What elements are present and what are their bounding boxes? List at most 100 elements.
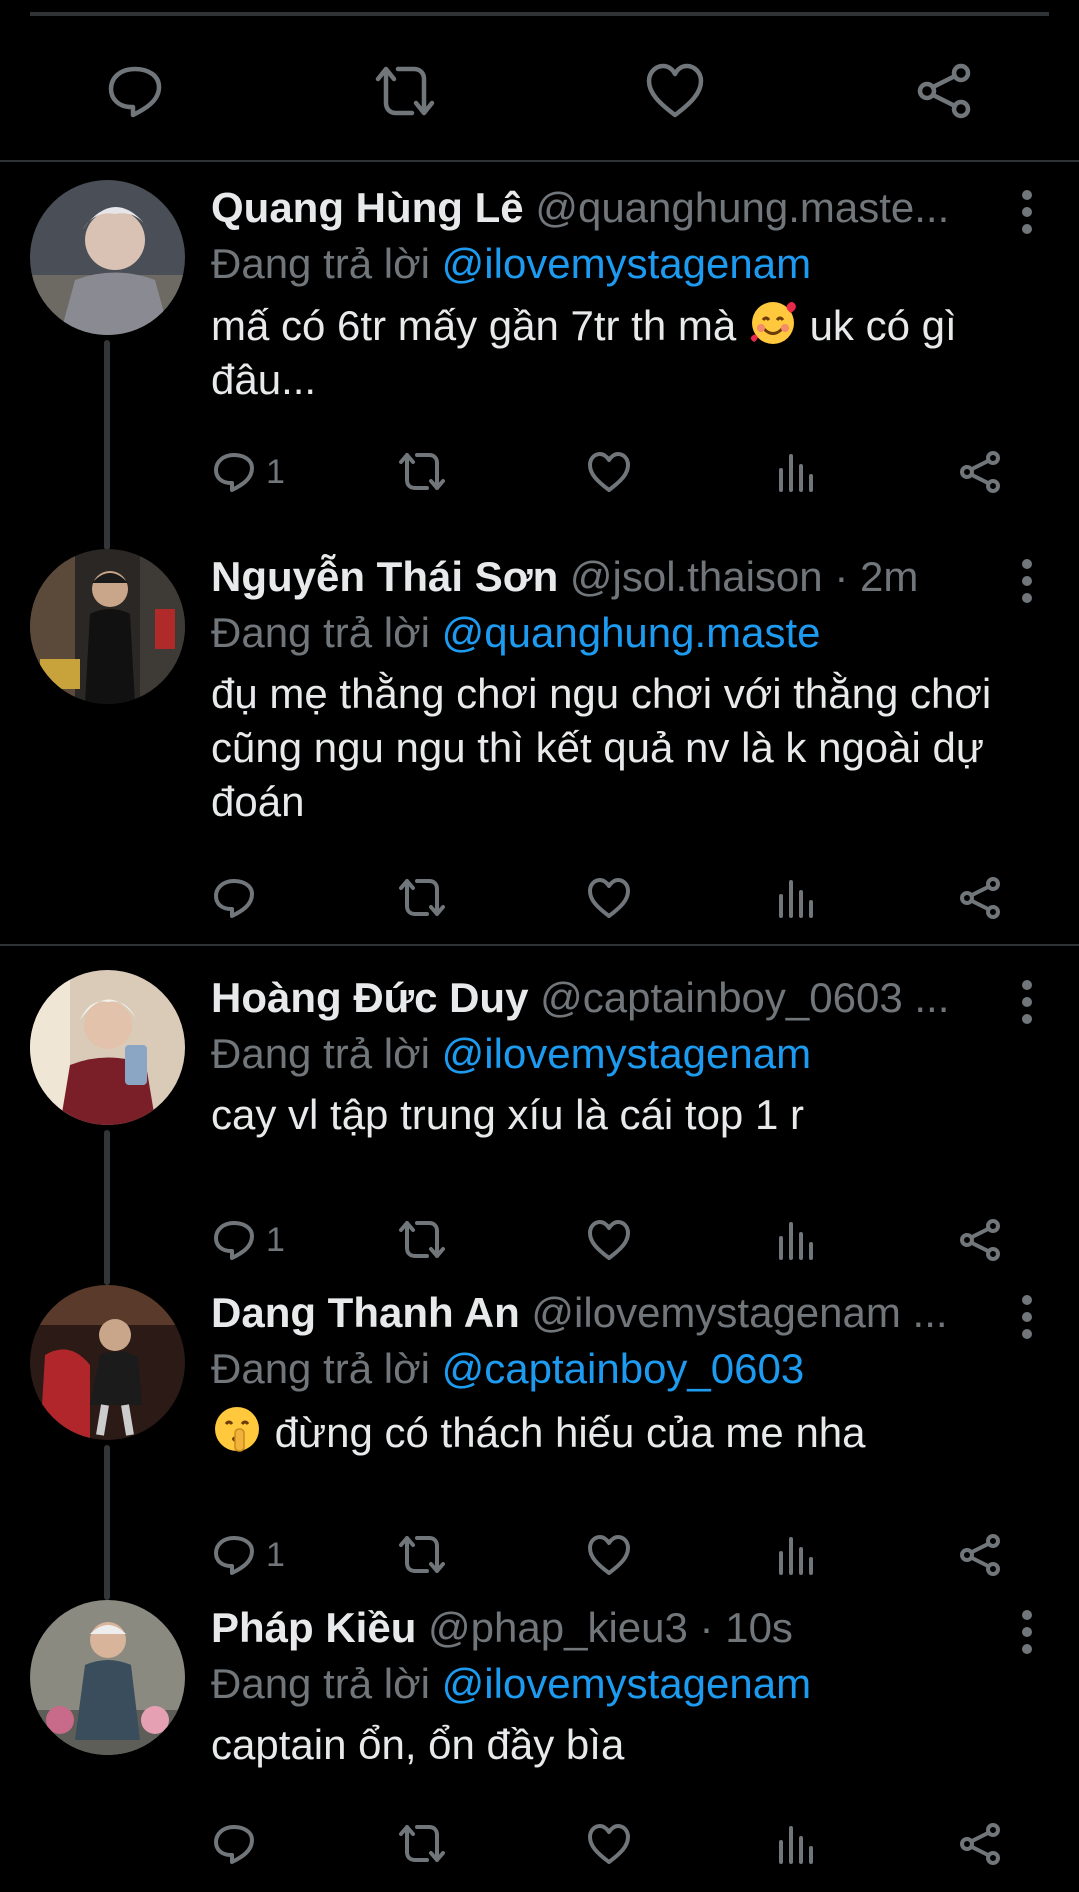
handle[interactable]: @captainboy_0603 ... bbox=[540, 974, 949, 1021]
handle[interactable]: @quanghung.maste... bbox=[535, 184, 949, 231]
share-icon[interactable] bbox=[915, 63, 975, 119]
share-icon bbox=[960, 451, 1000, 493]
tweet-text-part: captain ổn, ổn đầy bìa bbox=[211, 1721, 625, 1768]
retweet-icon bbox=[399, 1825, 445, 1862]
display-name[interactable]: Pháp Kiều bbox=[211, 1604, 416, 1651]
analytics-icon bbox=[779, 454, 813, 492]
reply-count: 1 bbox=[266, 1535, 285, 1574]
retweet-button[interactable] bbox=[397, 868, 447, 928]
tweet-actions: 1 bbox=[0, 1525, 1079, 1585]
avatar[interactable] bbox=[30, 180, 185, 335]
tweet-header: Pháp Kiều @phap_kieu3 · 10s bbox=[211, 1600, 991, 1656]
avatar[interactable] bbox=[30, 1600, 185, 1755]
mention-link[interactable]: @captainboy_0603 bbox=[442, 1345, 805, 1392]
analytics-icon bbox=[779, 1826, 813, 1864]
reply-button[interactable]: 1 bbox=[212, 442, 285, 502]
reply-icon bbox=[214, 879, 254, 918]
tweet-text: mấ có 6tr mấy gần 7tr th mà uk có gì đâu… bbox=[211, 298, 1041, 407]
replying-to-label: Đang trả lời bbox=[211, 1660, 430, 1707]
tweet[interactable]: Hoàng Đức Duy @captainboy_0603 ... Đang … bbox=[0, 970, 1079, 1285]
handle[interactable]: @jsol.thaison · 2m bbox=[570, 553, 918, 600]
tweet-text-part: cay vl tập trung xíu là cái top 1 r bbox=[211, 1091, 804, 1138]
views-button[interactable] bbox=[776, 1525, 816, 1585]
avatar[interactable] bbox=[30, 1285, 185, 1440]
mention-link[interactable]: @ilovemystagenam bbox=[442, 1030, 811, 1077]
retweet-button[interactable] bbox=[397, 1814, 447, 1874]
share-button[interactable] bbox=[958, 868, 1004, 928]
views-button[interactable] bbox=[776, 1210, 816, 1270]
tweet-text-part: đụ mẹ thằng chơi ngu chơi với thằng chơi… bbox=[211, 670, 992, 825]
tweet-text: đừng có thách hiếu của me nha bbox=[211, 1403, 1041, 1460]
display-name[interactable]: Hoàng Đức Duy bbox=[211, 974, 528, 1021]
share-icon bbox=[960, 877, 1000, 919]
tweet-text: cay vl tập trung xíu là cái top 1 r bbox=[211, 1088, 1041, 1142]
more-options-icon[interactable] bbox=[1022, 980, 1034, 1031]
tweet-header: Hoàng Đức Duy @captainboy_0603 ... bbox=[211, 970, 991, 1026]
share-button[interactable] bbox=[958, 442, 1004, 502]
like-button[interactable] bbox=[586, 1210, 632, 1270]
handle[interactable]: @ilovemystagenam ... bbox=[531, 1289, 947, 1336]
share-button[interactable] bbox=[958, 1525, 1004, 1585]
like-icon bbox=[588, 452, 630, 492]
like-button[interactable] bbox=[586, 868, 632, 928]
like-icon bbox=[588, 1824, 630, 1864]
more-options-icon[interactable] bbox=[1022, 190, 1034, 241]
reply-button[interactable] bbox=[212, 1814, 266, 1874]
tweet[interactable]: Nguyễn Thái Sơn @jsol.thaison · 2m Đang … bbox=[0, 549, 1079, 939]
share-button[interactable] bbox=[958, 1814, 1004, 1874]
avatar[interactable] bbox=[30, 549, 185, 704]
display-name[interactable]: Quang Hùng Lê bbox=[211, 184, 524, 231]
display-name[interactable]: Nguyễn Thái Sơn bbox=[211, 553, 558, 600]
share-icon bbox=[960, 1219, 1000, 1261]
like-icon bbox=[588, 1220, 630, 1260]
tweet-text: đụ mẹ thằng chơi ngu chơi với thằng chơi… bbox=[211, 667, 1041, 829]
reply-icon bbox=[214, 1221, 254, 1260]
views-button[interactable] bbox=[776, 442, 816, 502]
main-tweet-actions bbox=[0, 55, 1079, 125]
tweet[interactable]: Quang Hùng Lê @quanghung.maste... Đang t… bbox=[0, 180, 1079, 550]
like-button[interactable] bbox=[586, 1525, 632, 1585]
replying-to: Đang trả lời @ilovemystagenam bbox=[211, 1026, 811, 1082]
views-button[interactable] bbox=[776, 868, 816, 928]
mention-link[interactable]: @ilovemystagenam bbox=[442, 240, 811, 287]
analytics-icon bbox=[779, 1222, 813, 1260]
mention-link[interactable]: @quanghung.maste bbox=[442, 609, 821, 656]
analytics-icon bbox=[779, 1537, 813, 1575]
retweet-icon[interactable] bbox=[372, 63, 438, 119]
avatar[interactable] bbox=[30, 970, 185, 1125]
more-options-icon[interactable] bbox=[1022, 1295, 1034, 1346]
more-options-icon[interactable] bbox=[1022, 1610, 1034, 1661]
tweet-header: Dang Thanh An @ilovemystagenam ... bbox=[211, 1285, 991, 1341]
tweet[interactable]: Pháp Kiều @phap_kieu3 · 10s Đang trả lời… bbox=[0, 1600, 1079, 1892]
analytics-icon bbox=[779, 880, 813, 918]
reply-button[interactable] bbox=[212, 868, 266, 928]
tweet-text: captain ổn, ổn đầy bìa bbox=[211, 1718, 1041, 1772]
smiling-face-with-hearts-icon bbox=[748, 298, 798, 348]
tweet-actions: 1 bbox=[0, 1210, 1079, 1270]
retweet-icon bbox=[399, 879, 445, 916]
tweet[interactable]: Dang Thanh An @ilovemystagenam ... Đang … bbox=[0, 1285, 1079, 1600]
display-name[interactable]: Dang Thanh An bbox=[211, 1289, 520, 1336]
like-button[interactable] bbox=[586, 1814, 632, 1874]
like-icon[interactable] bbox=[645, 63, 705, 119]
replying-to-label: Đang trả lời bbox=[211, 1345, 430, 1392]
retweet-button[interactable] bbox=[397, 442, 447, 502]
retweet-button[interactable] bbox=[397, 1210, 447, 1270]
more-options-icon[interactable] bbox=[1022, 559, 1034, 610]
reply-button[interactable]: 1 bbox=[212, 1525, 285, 1585]
share-icon bbox=[960, 1823, 1000, 1865]
tweet-text-part: đừng có thách hiếu của me nha bbox=[274, 1409, 866, 1456]
handle[interactable]: @phap_kieu3 · 10s bbox=[428, 1604, 793, 1651]
retweet-button[interactable] bbox=[397, 1525, 447, 1585]
reply-icon bbox=[214, 1825, 254, 1864]
replying-to-label: Đang trả lời bbox=[211, 609, 430, 656]
retweet-icon bbox=[399, 1221, 445, 1258]
reply-button[interactable]: 1 bbox=[212, 1210, 285, 1270]
reply-icon[interactable] bbox=[105, 63, 165, 119]
views-button[interactable] bbox=[776, 1814, 816, 1874]
like-button[interactable] bbox=[586, 442, 632, 502]
replying-to-label: Đang trả lời bbox=[211, 240, 430, 287]
replying-to: Đang trả lời @captainboy_0603 bbox=[211, 1341, 804, 1397]
share-button[interactable] bbox=[958, 1210, 1004, 1270]
mention-link[interactable]: @ilovemystagenam bbox=[442, 1660, 811, 1707]
